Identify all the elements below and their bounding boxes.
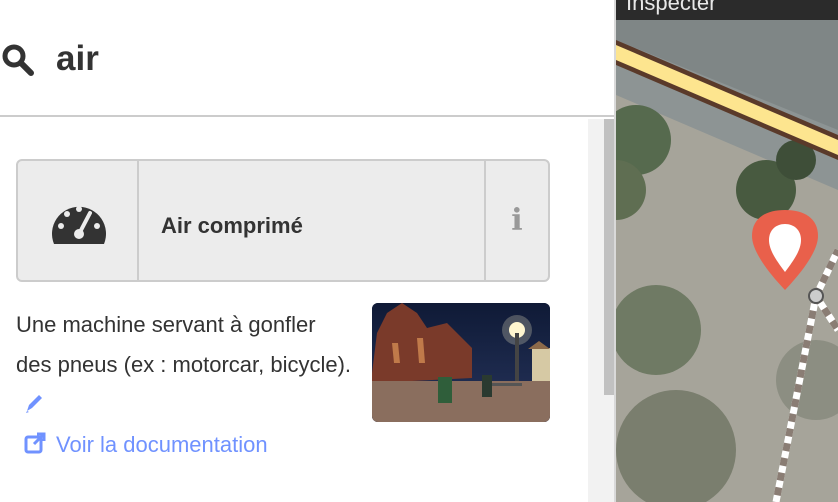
search-icon	[2, 44, 34, 76]
map-view[interactable]	[616, 0, 838, 502]
preset-description: Une machine servant à gonfler des pneus …	[16, 305, 356, 425]
preset-item[interactable]: Air comprimé i	[16, 159, 550, 282]
preset-icon-container[interactable]	[18, 161, 139, 280]
documentation-link-label: Voir la documentation	[56, 432, 268, 457]
inspect-tab-label: Inspecter	[626, 0, 717, 15]
documentation-link[interactable]: Voir la documentation	[24, 428, 268, 462]
search-input[interactable]: air	[56, 38, 99, 80]
external-link-icon	[24, 432, 46, 454]
preset-label: Air comprimé	[161, 213, 303, 238]
info-button[interactable]: i	[484, 161, 548, 280]
map-imagery	[616, 0, 838, 502]
gauge-icon	[52, 206, 106, 244]
pencil-icon[interactable]	[24, 392, 44, 414]
search-bar[interactable]: air	[0, 0, 614, 117]
description-text: Une machine servant à gonfler des pneus …	[16, 312, 352, 377]
photo-image	[372, 303, 550, 422]
preset-photo[interactable]	[372, 303, 550, 422]
scrollbar-thumb[interactable]	[604, 119, 614, 395]
sidebar-panel: air Air comprimé i Une machine servant à…	[0, 0, 614, 502]
